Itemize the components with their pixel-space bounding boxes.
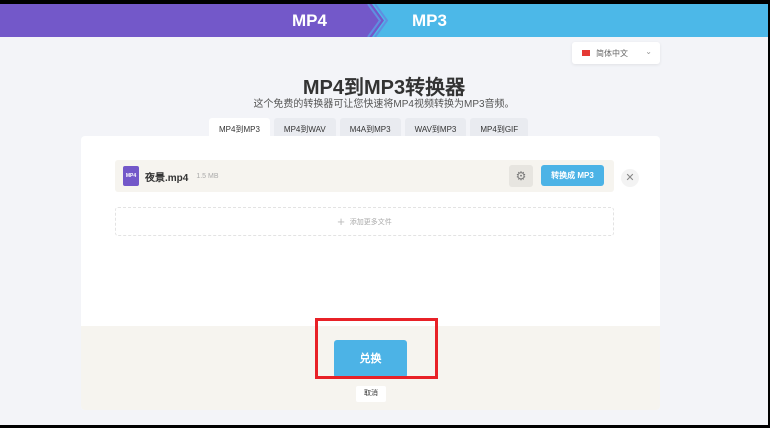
language-label: 简体中文: [596, 48, 628, 58]
chevron-arrows-icon: [362, 4, 389, 37]
remove-file-close-icon[interactable]: ✕: [621, 169, 639, 187]
file-name: 夜景.mp4: [145, 172, 189, 184]
china-flag-icon: [582, 50, 590, 56]
page: MP4 MP3 简体中文 ⌄ MP4到MP3转换器 这个免费的转换器可让您快速将…: [0, 4, 768, 425]
add-more-label: 添加更多文件: [349, 218, 392, 226]
cancel-button[interactable]: 取消: [356, 386, 386, 402]
mp4-file-icon: MP4: [123, 166, 139, 186]
plus-icon: +: [337, 214, 345, 229]
convert-to-mp3-dropdown[interactable]: 转换成 MP3: [541, 165, 604, 186]
settings-gear-icon[interactable]: ⚙: [509, 165, 533, 187]
chevron-down-icon: ⌄: [645, 47, 652, 56]
to-format: MP3: [412, 11, 447, 30]
file-size: 1.5 MB: [196, 172, 219, 180]
format-header: MP4 MP3: [0, 4, 768, 37]
page-subtitle: 这个免费的转换器可让您快速将MP4视频转换为MP3音频。: [253, 99, 515, 110]
add-more-files-button[interactable]: + 添加更多文件: [115, 207, 614, 236]
from-format: MP4: [292, 11, 327, 30]
file-row: MP4 夜景.mp4 1.5 MB ⚙ 转换成 MP3: [115, 160, 614, 192]
language-selector[interactable]: 简体中文 ⌄: [572, 42, 660, 64]
highlight-annotation-box: [315, 318, 438, 379]
